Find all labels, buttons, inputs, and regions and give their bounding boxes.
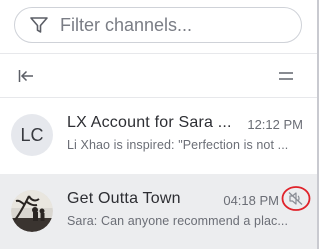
avatar-initials: LC (20, 124, 44, 145)
channel-list-item-selected[interactable]: Get Outta Town 04:18 PM Sara: Can anyone… (0, 174, 317, 249)
filter-funnel-icon (28, 14, 50, 36)
filter-channels-field[interactable] (14, 7, 302, 43)
divider (0, 53, 317, 54)
panel-right-border (317, 0, 319, 249)
channel-name: Get Outta Town (67, 190, 181, 207)
hamburger-menu-icon[interactable] (277, 68, 295, 84)
channel-last-message: Li Xhao is inspired: "Perfection is not … (67, 138, 289, 152)
channel-list-panel: LC LX Account for Sara ... 12:12 PM Li X… (0, 0, 320, 249)
avatar: LC (11, 114, 53, 156)
channel-timestamp: 04:18 PM (223, 193, 279, 208)
channel-timestamp: 12:12 PM (247, 117, 303, 132)
channel-last-message: Sara: Can anyone recommend a plac... (67, 214, 289, 228)
collapse-left-icon[interactable] (17, 68, 35, 84)
filter-channels-input[interactable] (60, 14, 290, 36)
group-photo-avatar (11, 190, 53, 232)
muted-speaker-icon[interactable] (281, 185, 311, 212)
channel-list-item[interactable]: LC LX Account for Sara ... 12:12 PM Li X… (0, 98, 317, 174)
channel-name: LX Account for Sara ... (67, 114, 232, 131)
